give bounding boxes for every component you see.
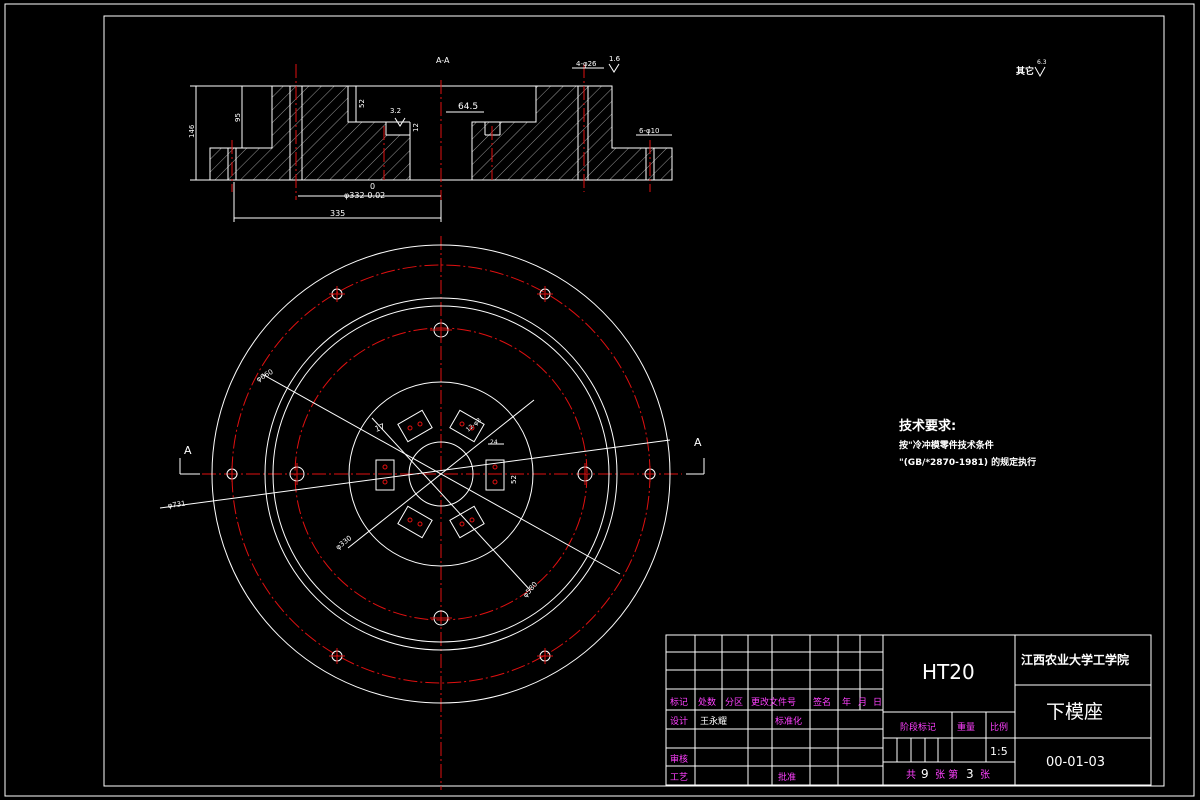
drawing-label: 江西农业大学工学院 — [1021, 652, 1129, 667]
drawing-label: 分区 — [725, 697, 743, 708]
drawing-label: 1.6 — [609, 55, 621, 63]
drawing-label: 王永耀 — [700, 715, 727, 727]
title-block: HT20 江西农业大学工学院 下模座 00-01-03 标记 处数 分区 更改文… — [665, 634, 1152, 786]
cad-drawing: A-A 146 95 52 3.2 12 64.5 4-φ26 1.6 6-φ1… — [4, 3, 1195, 797]
drawing-label: 比例 — [990, 721, 1008, 733]
drawing-label: 4-φ26 — [576, 60, 597, 68]
drawing-label: 处数 — [698, 696, 716, 708]
drawing-label: 按"冷冲模零件技术条件 — [899, 439, 994, 451]
drawing-label: 标准化 — [775, 715, 802, 727]
drawing-label: 重量 — [957, 721, 975, 733]
section-hatch-left — [210, 86, 410, 180]
drawing-label: "(GB/*2870-1981) 的规定执行 — [899, 456, 1036, 468]
section-mark-right: A — [694, 436, 702, 449]
drawing-label: 阶段标记 — [900, 721, 936, 733]
drawing-label: φ731 — [167, 500, 186, 510]
drawing-label: 共 — [906, 769, 916, 781]
drawing-label: 146 — [188, 124, 196, 138]
drawing-label: 3.2 — [390, 107, 401, 115]
drawing-label: 年 — [842, 696, 851, 708]
surface-finish-note: 其它 — [1016, 65, 1034, 77]
technical-requirements: 技术要求: 按"冷冲模零件技术条件 "(GB/*2870-1981) 的规定执行 — [899, 418, 1036, 468]
section-mark-left: A — [184, 444, 192, 457]
section-view: A-A 146 95 52 3.2 12 64.5 4-φ26 1.6 6-φ1… — [188, 55, 1047, 222]
drawing-label: 12 — [412, 123, 420, 132]
drawing-label: 1:5 — [990, 745, 1008, 758]
drawing-label: 6.3 — [1037, 59, 1047, 66]
drawing-label: HT20 — [922, 660, 975, 684]
drawing-label: 更改文件号 — [751, 696, 796, 708]
drawing-label: 审核 — [670, 753, 688, 765]
drawing-label: 设计 — [670, 715, 688, 727]
drawing-label: 3 — [966, 767, 974, 781]
drawing-label: 张 — [980, 769, 990, 781]
drawing-label: 6-φ10 — [639, 127, 660, 135]
drawing-label: φ332-0.02 — [344, 191, 385, 200]
drawing-label: 日 — [873, 697, 882, 708]
drawing-label: 0 — [370, 182, 375, 191]
drawing-label: 9 — [921, 767, 929, 781]
drawing-label: φ330 — [334, 534, 353, 551]
inner-frame — [103, 15, 1165, 787]
drawing-label: φ660 — [255, 368, 275, 384]
drawing-label: 00-01-03 — [1046, 755, 1105, 770]
drawing-label: 批准 — [778, 771, 796, 783]
drawing-label: 95 — [234, 113, 242, 122]
plan-view: φ660 φ731 φ330 φ580 17 12-φ8 24 52 A A — [159, 236, 705, 790]
drawing-label: 张 第 — [935, 768, 958, 781]
drawing-label: 24 — [490, 439, 498, 446]
drawing-label: 52 — [358, 99, 366, 108]
drawing-label: 工艺 — [670, 772, 688, 783]
drawing-label: 335 — [330, 209, 345, 218]
section-title: A-A — [436, 56, 450, 65]
drawing-label: 技术要求: — [899, 418, 956, 434]
drawing-label: 下模座 — [1046, 701, 1103, 723]
drawing-label: 标记 — [670, 696, 688, 708]
drawing-label: 月 — [858, 697, 867, 708]
drawing-label: 52 — [510, 475, 518, 484]
drawing-label: 64.5 — [458, 102, 478, 112]
drawing-label: 签名 — [813, 696, 831, 708]
